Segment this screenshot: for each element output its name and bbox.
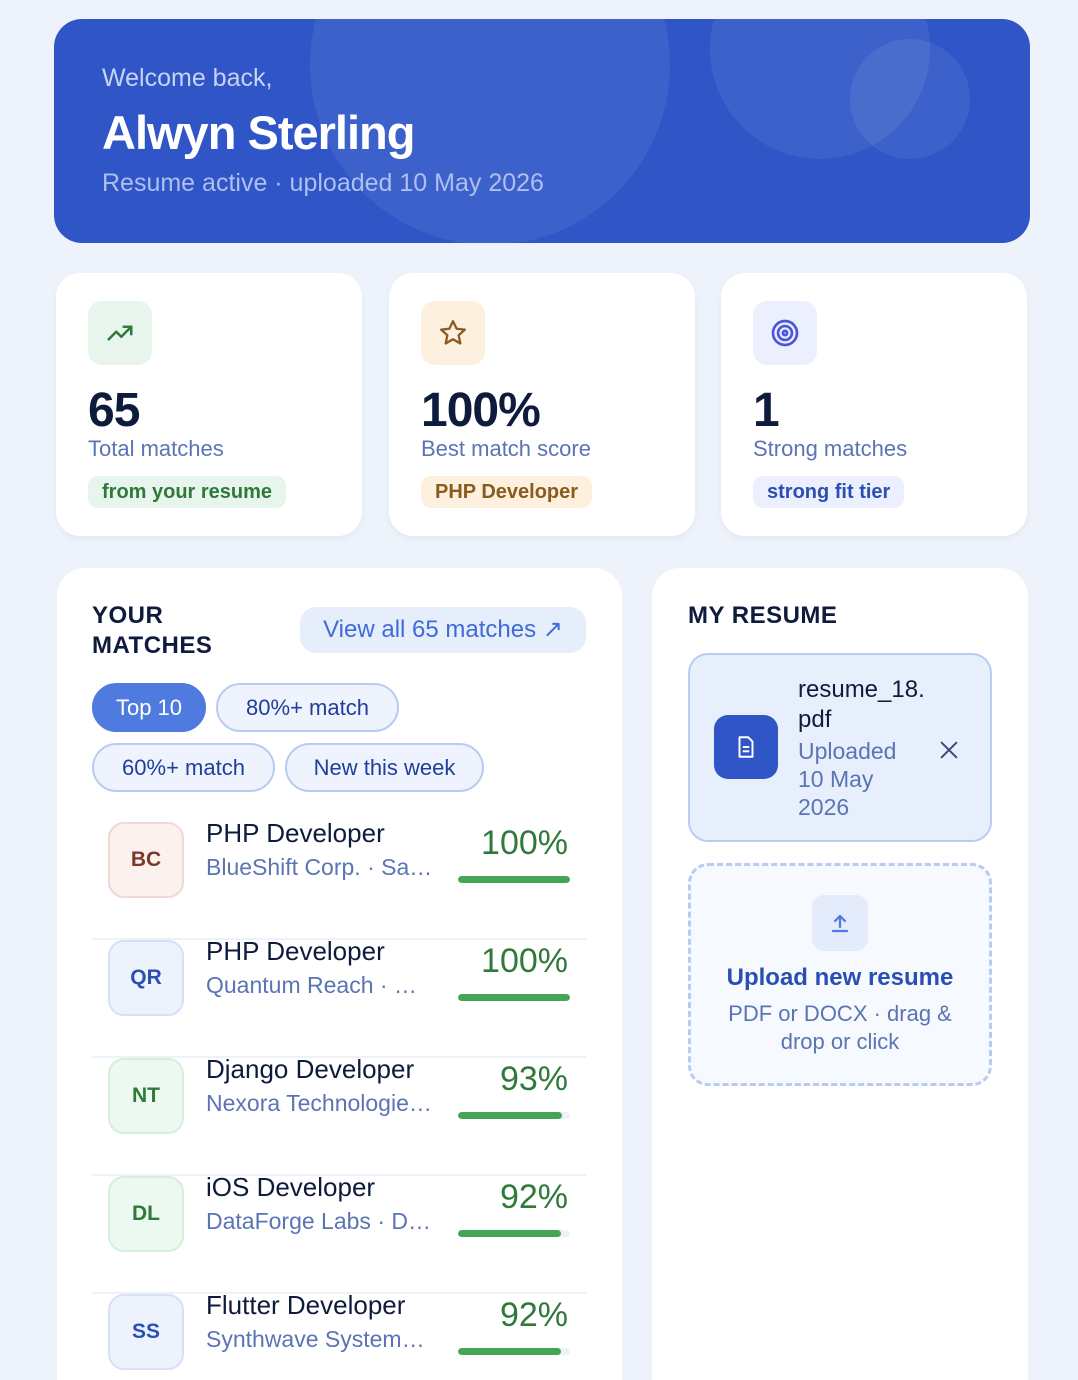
resume-status: Resume active · uploaded 10 May 2026 bbox=[102, 169, 544, 197]
stat-value: 100% bbox=[421, 384, 541, 437]
stat-label: Total matches bbox=[88, 436, 224, 461]
filter-chip-60-plus[interactable]: 60%+ match bbox=[92, 743, 275, 792]
match-score: 100% bbox=[481, 942, 568, 980]
job-title: PHP Developer bbox=[206, 936, 385, 966]
star-icon bbox=[421, 301, 485, 365]
company-location: BlueShift Corp. · San Francisco bbox=[206, 854, 436, 880]
match-score-bar bbox=[458, 1112, 570, 1119]
target-icon bbox=[753, 301, 817, 365]
upload-dropzone[interactable]: Upload new resume PDF or DOCX · drag & d… bbox=[688, 863, 992, 1086]
company-location: Quantum Reach · Miami bbox=[206, 972, 436, 998]
match-score: 100% bbox=[481, 824, 568, 862]
match-score: 92% bbox=[499, 1296, 568, 1334]
job-title: Django Developer bbox=[206, 1054, 415, 1084]
stat-badge: PHP Developer bbox=[421, 476, 593, 508]
match-row[interactable]: SS Flutter Developer Synthwave Systems ·… bbox=[92, 1290, 586, 1380]
job-title: iOS Developer bbox=[206, 1172, 376, 1202]
match-score-bar bbox=[458, 1230, 570, 1237]
stat-label: Best match score bbox=[421, 436, 591, 461]
match-row[interactable]: QR PHP Developer Quantum Reach · Miami 1… bbox=[92, 936, 586, 1058]
welcome-text: Welcome back, bbox=[102, 64, 273, 92]
match-score: 93% bbox=[499, 1060, 568, 1098]
stat-label: Strong matches bbox=[753, 436, 908, 461]
job-title: Flutter Developer bbox=[206, 1290, 406, 1320]
company-location: DataForge Labs · Dallas bbox=[206, 1208, 436, 1234]
resume-upload-date: Uploaded 10 May 2026 bbox=[798, 738, 897, 820]
stat-badge: strong fit tier bbox=[753, 476, 905, 508]
match-row[interactable]: NT Django Developer Nexora Technologies … bbox=[92, 1054, 586, 1176]
company-logo: SS bbox=[108, 1294, 184, 1370]
resume-panel: MY RESUME resume_18.pdf Uploaded 10 May … bbox=[652, 568, 1028, 1380]
match-row[interactable]: BC PHP Developer BlueShift Corp. · San F… bbox=[92, 818, 586, 940]
stat-badge: from your resume bbox=[88, 476, 287, 508]
job-title: PHP Developer bbox=[206, 818, 385, 848]
match-score-bar bbox=[458, 994, 570, 1001]
company-location: Nexora Technologies · Remote bbox=[206, 1090, 436, 1116]
resume-file-name: resume_18.pdf bbox=[798, 676, 925, 733]
user-name: Alwyn Sterling bbox=[102, 106, 415, 159]
stat-card-best-score: 100% Best match score PHP Developer bbox=[389, 273, 695, 536]
company-logo: DL bbox=[108, 1176, 184, 1252]
company-location: Synthwave Systems · Remote bbox=[206, 1326, 436, 1352]
matches-panel: YOUR MATCHES View all 65 matches ↗ Top 1… bbox=[57, 568, 622, 1380]
section-title: MY RESUME bbox=[688, 602, 838, 629]
close-icon[interactable] bbox=[934, 735, 964, 765]
welcome-banner: Welcome back, Alwyn Sterling Resume acti… bbox=[54, 19, 1030, 243]
view-all-matches-button[interactable]: View all 65 matches ↗ bbox=[300, 607, 586, 653]
stat-card-strong-matches: 1 Strong matches strong fit tier bbox=[721, 273, 1027, 536]
trending-up-icon bbox=[88, 301, 152, 365]
filter-chip-new-this-week[interactable]: New this week bbox=[285, 743, 484, 792]
stat-value: 1 bbox=[753, 384, 780, 437]
match-score-bar bbox=[458, 876, 570, 883]
decorative-circle bbox=[850, 39, 970, 159]
stat-card-total-matches: 65 Total matches from your resume bbox=[56, 273, 362, 536]
upload-title: Upload new resume bbox=[726, 964, 954, 991]
upload-icon bbox=[812, 895, 868, 951]
document-icon bbox=[714, 715, 778, 779]
company-logo: NT bbox=[108, 1058, 184, 1134]
stat-value: 65 bbox=[88, 384, 140, 437]
resume-file-card: resume_18.pdf Uploaded 10 May 2026 bbox=[688, 653, 992, 842]
match-row[interactable]: DL iOS Developer DataForge Labs · Dallas… bbox=[92, 1172, 586, 1294]
section-title: YOUR MATCHES bbox=[92, 602, 213, 659]
upload-hint: PDF or DOCX · drag & drop or click bbox=[728, 1001, 952, 1054]
filter-chip-80-plus[interactable]: 80%+ match bbox=[216, 683, 399, 732]
match-score: 92% bbox=[499, 1178, 568, 1216]
match-score-bar bbox=[458, 1348, 570, 1355]
company-logo: QR bbox=[108, 940, 184, 1016]
filter-chip-top-10[interactable]: Top 10 bbox=[92, 683, 206, 732]
company-logo: BC bbox=[108, 822, 184, 898]
